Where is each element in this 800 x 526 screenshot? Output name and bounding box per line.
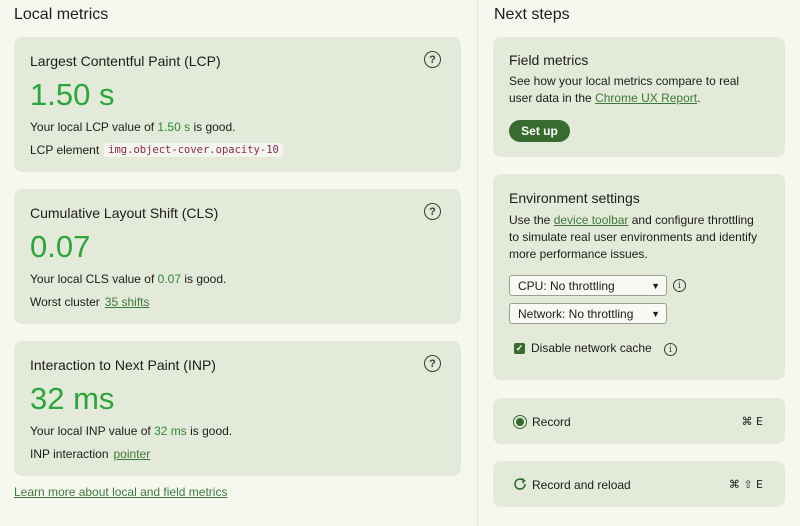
chevron-down-icon: ▼ [651, 280, 660, 291]
set-up-button[interactable]: Set up [509, 120, 570, 142]
lcp-card: Largest Contentful Paint (LCP) ? 1.50 s … [14, 37, 461, 172]
environment-text-prefix: Use the [509, 213, 554, 227]
next-steps-panel: Next steps Field metrics See how your lo… [478, 0, 800, 526]
field-metrics-text-line2: user data in the Chrome UX Report. [509, 90, 789, 107]
cls-value: 0.07 [30, 229, 91, 264]
lcp-element-row: LCP element img.object-cover.opacity-10 [30, 143, 283, 157]
field-metrics-card: Field metrics See how your local metrics… [493, 37, 785, 157]
cls-card: Cumulative Layout Shift (CLS) ? 0.07 You… [14, 189, 461, 324]
environment-settings-text: Use the device toolbar and configure thr… [509, 212, 789, 263]
environment-settings-card: Environment settings Use the device tool… [493, 174, 785, 380]
record-dot [516, 418, 524, 426]
field-metrics-text-line1: See how your local metrics compare to re… [509, 74, 740, 88]
help-icon[interactable]: ? [424, 51, 441, 68]
environment-text-line2: to simulate real user environments and i… [509, 230, 758, 244]
record-icon [513, 415, 527, 429]
actions-group: Record ⌘ E Record and reload ⌘ ⇧ E [493, 398, 785, 508]
field-metrics-heading: Field metrics [509, 52, 589, 68]
inp-interaction-link[interactable]: pointer [114, 447, 151, 461]
lcp-desc-suffix: is good. [190, 120, 236, 134]
lcp-description: Your local LCP value of 1.50 s is good. [30, 120, 236, 134]
cls-title: Cumulative Layout Shift (CLS) [30, 205, 219, 221]
device-toolbar-link[interactable]: device toolbar [554, 213, 629, 227]
cls-shifts-link[interactable]: 35 shifts [105, 295, 150, 309]
lcp-element-code[interactable]: img.object-cover.opacity-10 [104, 143, 283, 157]
network-throttling-value: Network: No throttling [518, 306, 634, 321]
inp-interaction-row: INP interaction pointer [30, 447, 150, 461]
lcp-element-label: LCP element [30, 143, 100, 157]
lcp-desc-value: 1.50 s [157, 120, 191, 134]
local-metrics-panel: Local metrics Largest Contentful Paint (… [0, 0, 477, 526]
disable-cache-label: Disable network cache [531, 341, 652, 355]
inp-title: Interaction to Next Paint (INP) [30, 357, 216, 373]
chevron-down-icon: ▼ [651, 308, 660, 319]
inp-value: 32 ms [30, 381, 115, 416]
cls-cluster-row: Worst cluster 35 shifts [30, 295, 150, 309]
record-label: Record [532, 415, 571, 429]
record-shortcut: ⌘ E [741, 415, 763, 428]
environment-text-suffix: and configure throttling [628, 213, 754, 227]
chrome-ux-report-link[interactable]: Chrome UX Report [595, 91, 697, 105]
cls-description: Your local CLS value of 0.07 is good. [30, 272, 226, 286]
reload-icon [514, 477, 526, 490]
cls-desc-prefix: Your local CLS value of [30, 272, 158, 286]
help-icon[interactable]: ? [424, 355, 441, 372]
lcp-value: 1.50 s [30, 77, 115, 112]
cpu-throttling-value: CPU: No throttling [518, 278, 615, 293]
cpu-throttling-select[interactable]: CPU: No throttling ▼ [509, 275, 667, 296]
field-metrics-text-suffix: . [697, 91, 701, 105]
next-steps-title: Next steps [494, 6, 570, 23]
record-and-reload-label: Record and reload [532, 478, 631, 492]
local-metrics-title: Local metrics [14, 6, 109, 23]
lcp-desc-prefix: Your local LCP value of [30, 120, 158, 134]
inp-interaction-label: INP interaction [30, 447, 109, 461]
network-throttling-select[interactable]: Network: No throttling ▼ [509, 303, 667, 324]
inp-desc-prefix: Your local INP value of [30, 424, 155, 438]
inp-card: Interaction to Next Paint (INP) ? 32 ms … [14, 341, 461, 476]
environment-settings-heading: Environment settings [509, 190, 640, 206]
info-icon[interactable]: i [664, 343, 677, 356]
inp-description: Your local INP value of 32 ms is good. [30, 424, 232, 438]
environment-text-line1: Use the device toolbar and configure thr… [509, 212, 789, 229]
cls-cluster-label: Worst cluster [30, 295, 100, 309]
record-and-reload-shortcut: ⌘ ⇧ E [728, 478, 763, 491]
help-icon[interactable]: ? [424, 203, 441, 220]
inp-desc-suffix: is good. [186, 424, 233, 438]
inp-desc-value: 32 ms [154, 424, 187, 438]
lcp-title: Largest Contentful Paint (LCP) [30, 53, 221, 69]
field-metrics-text: See how your local metrics compare to re… [509, 73, 789, 107]
field-metrics-text-prefix: user data in the [509, 91, 596, 105]
learn-more-link[interactable]: Learn more about local and field metrics [14, 485, 227, 499]
environment-text-line3: more performance issues. [509, 247, 648, 261]
cls-desc-value: 0.07 [157, 272, 181, 286]
cls-desc-suffix: is good. [181, 272, 227, 286]
record-and-reload-button[interactable]: Record and reload ⌘ ⇧ E [493, 461, 785, 507]
disable-cache-checkbox[interactable]: ✓ [514, 343, 525, 354]
record-button[interactable]: Record ⌘ E [493, 398, 785, 444]
info-icon[interactable]: i [673, 279, 686, 292]
